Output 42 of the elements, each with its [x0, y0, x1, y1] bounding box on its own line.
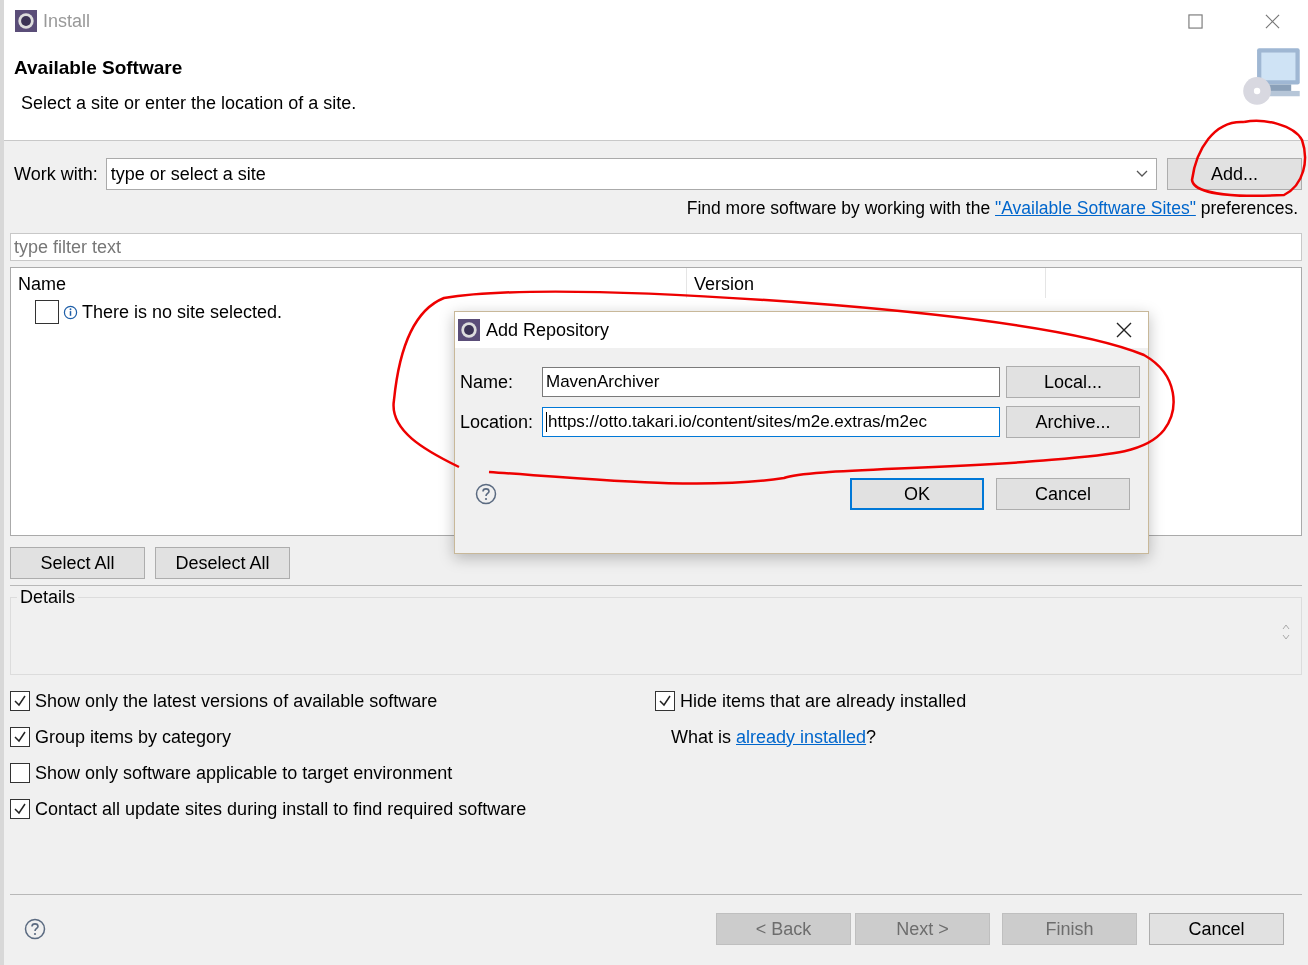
browse-button[interactable]: Local...	[1006, 366, 1140, 398]
window-title: Install	[43, 10, 91, 32]
dialog-button[interactable]: Cancel	[996, 478, 1130, 510]
work-with-label: Work with:	[14, 163, 98, 185]
dialog-button[interactable]: OK	[850, 478, 984, 510]
help-icon[interactable]	[24, 918, 46, 940]
input-field[interactable]: MavenArchiver	[542, 367, 1000, 397]
column-header[interactable]: Version	[687, 268, 1046, 298]
row-text: There is no site selected.	[82, 301, 283, 323]
option-label: Show only software applicable to target environment	[35, 762, 453, 784]
checkbox[interactable]	[10, 691, 30, 711]
deselect-all-button[interactable]: Deselect All	[155, 547, 290, 579]
option-label: Contact all update sites during install to find required software	[35, 798, 527, 820]
help-icon[interactable]	[475, 483, 497, 505]
site-combo-box[interactable]: type or select a site	[105, 158, 1157, 190]
filter-field[interactable]: type filter text	[10, 233, 1302, 261]
page-subtitle: Select a site or enter the location of a site.	[21, 93, 358, 114]
wizard-button[interactable]: Cancel	[1149, 913, 1284, 945]
field-label: Location:	[460, 411, 535, 433]
input-field[interactable]: https://otto.takari.io/content/sites/m2e.extras/m2ec	[542, 407, 1000, 437]
hint-text: Find more software by working with the "Available Software Sites" preferences.	[686, 198, 1298, 219]
dialog-title: Add Repository	[486, 319, 610, 341]
info-icon	[63, 304, 78, 320]
installed-note: What is already installed?	[671, 726, 877, 748]
page-title: Available Software	[14, 57, 184, 79]
option-label: Show only the latest versions of available software	[35, 690, 438, 712]
chevron-down-icon[interactable]	[1136, 170, 1148, 178]
column-header[interactable]: Name	[11, 268, 687, 298]
checkbox[interactable]	[35, 300, 59, 324]
close-icon[interactable]	[1116, 322, 1132, 338]
checkbox[interactable]	[10, 799, 30, 819]
checkbox[interactable]	[655, 691, 675, 711]
checkbox[interactable]	[10, 763, 30, 783]
field-label: Name:	[460, 371, 514, 393]
option-label: Hide items that are already installed	[680, 690, 967, 712]
available-sites-link[interactable]: "Available Software Sites"	[995, 198, 1196, 218]
add-button[interactable]: Add...	[1167, 158, 1302, 190]
checkbox[interactable]	[10, 727, 30, 747]
option-label: Group items by category	[35, 726, 232, 748]
select-all-button[interactable]: Select All	[10, 547, 145, 579]
browse-button[interactable]: Archive...	[1006, 406, 1140, 438]
already-installed-link[interactable]: already installed	[736, 726, 867, 747]
